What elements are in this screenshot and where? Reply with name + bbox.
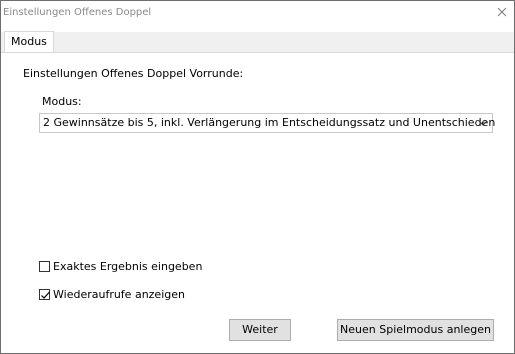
tab-content-panel: Einstellungen Offenes Doppel Vorrunde: M… <box>1 53 514 353</box>
next-button[interactable]: Weiter <box>229 319 291 341</box>
new-mode-button[interactable]: Neuen Spielmodus anlegen <box>337 319 494 341</box>
tab-modus[interactable]: Modus <box>4 31 54 52</box>
show-recalls-label: Wiederaufrufe anzeigen <box>53 287 185 301</box>
show-recalls-option[interactable]: Wiederaufrufe anzeigen <box>39 286 185 302</box>
window-title: Einstellungen Offenes Doppel <box>3 7 152 18</box>
dialog-window: Einstellungen Offenes Doppel Modus Einst… <box>0 0 515 354</box>
exact-result-label: Exaktes Ergebnis eingeben <box>53 259 203 273</box>
mode-dropdown-value: 2 Gewinnsätze bis 5, inkl. Verlängerung … <box>43 116 496 129</box>
mode-label: Modus: <box>42 95 82 108</box>
exact-result-option[interactable]: Exaktes Ergebnis eingeben <box>39 258 202 274</box>
mode-dropdown[interactable]: 2 Gewinnsätze bis 5, inkl. Verlängerung … <box>39 113 496 133</box>
chevron-down-icon <box>478 119 488 127</box>
exact-result-checkbox[interactable] <box>39 260 50 272</box>
close-icon[interactable] <box>494 4 510 20</box>
title-bar: Einstellungen Offenes Doppel <box>1 1 514 25</box>
tab-strip: Modus <box>1 31 514 53</box>
checkmark-icon <box>41 291 50 299</box>
section-title: Einstellungen Offenes Doppel Vorrunde: <box>23 67 244 80</box>
show-recalls-checkbox[interactable] <box>39 288 50 300</box>
